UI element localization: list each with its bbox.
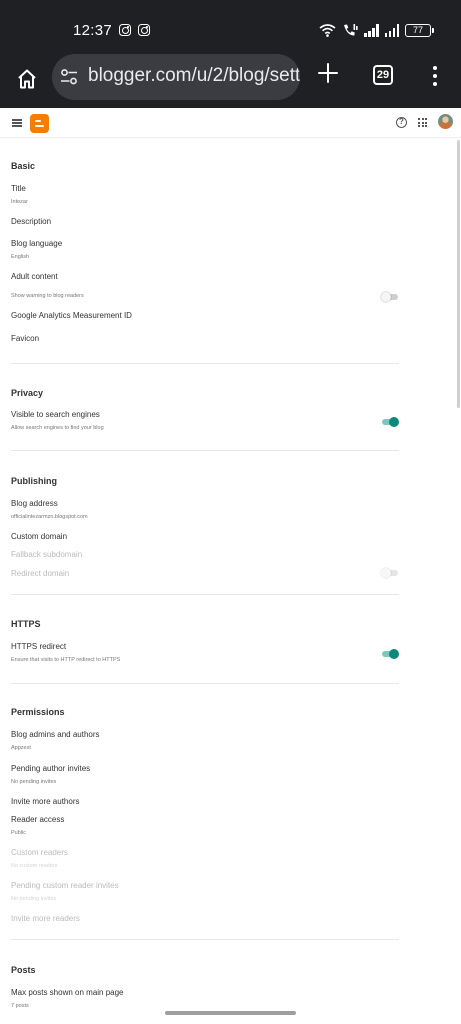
site-settings-icon[interactable] — [60, 68, 78, 86]
tab-switcher-button[interactable]: 29 — [373, 65, 393, 85]
setting-value: officialintezarmzn.blogspot.com — [11, 514, 88, 520]
setting-label: Title — [11, 184, 26, 193]
avatar[interactable] — [438, 114, 453, 129]
scrollbar[interactable] — [457, 140, 460, 408]
system-status-icons: 77 — [319, 20, 434, 40]
setting-analytics-id[interactable]: Google Analytics Measurement ID — [11, 311, 132, 320]
section-title-publishing: Publishing — [11, 476, 57, 486]
browser-menu-button[interactable] — [430, 66, 440, 86]
help-icon[interactable]: ? — [396, 117, 407, 128]
divider — [11, 683, 399, 684]
setting-subtitle: Allow search engines to find your blog — [11, 425, 104, 431]
section-title-permissions: Permissions — [11, 707, 65, 717]
section-title-posts: Posts — [11, 965, 36, 975]
home-button[interactable] — [10, 62, 44, 96]
setting-label: Pending author invites — [11, 764, 91, 773]
setting-label: Blog address — [11, 499, 58, 508]
setting-value: Appzest — [11, 745, 31, 751]
apps-icon[interactable] — [418, 118, 427, 127]
setting-label: Blog language — [11, 239, 63, 248]
blogger-logo[interactable] — [30, 114, 49, 133]
setting-value: No custom readers — [11, 863, 58, 869]
setting-value: 7 posts — [11, 1003, 29, 1009]
setting-fallback-subdomain: Fallback subdomain — [11, 550, 83, 559]
setting-description[interactable]: Description — [11, 217, 51, 226]
setting-label: Max posts shown on main page — [11, 988, 124, 997]
menu-icon[interactable] — [12, 119, 22, 127]
setting-label: Custom readers — [11, 848, 68, 857]
setting-subtitle: Show warning to blog readers — [11, 293, 84, 299]
setting-redirect-domain: Redirect domain — [11, 569, 70, 578]
setting-value: No pending invites — [11, 896, 57, 902]
divider — [11, 363, 399, 364]
setting-label: Reader access — [11, 815, 65, 824]
section-title-privacy: Privacy — [11, 388, 44, 398]
setting-label: Blog admins and authors — [11, 730, 100, 739]
setting-label: Visible to search engines — [11, 410, 100, 419]
address-bar[interactable]: blogger.com/u/2/blog/sett — [52, 54, 300, 100]
url-text[interactable]: blogger.com/u/2/blog/sett — [88, 65, 300, 87]
setting-custom-domain[interactable]: Custom domain — [11, 532, 67, 541]
signal-icon — [364, 23, 379, 37]
instagram-icon — [138, 24, 150, 36]
divider — [11, 939, 399, 940]
home-icon — [18, 69, 36, 89]
setting-label: Adult content — [11, 272, 58, 281]
section-title-https: HTTPS — [11, 619, 41, 629]
setting-value: English — [11, 254, 30, 260]
setting-favicon[interactable]: Favicon — [11, 334, 39, 343]
call-icon — [344, 24, 358, 36]
battery-indicator: 77 — [405, 23, 434, 37]
section-title-basic: Basic — [11, 161, 36, 171]
setting-invite-readers: Invite more readers — [11, 914, 80, 923]
browser-toolbar: blogger.com/u/2/blog/sett 29 — [0, 52, 461, 108]
setting-value: Intezar — [11, 199, 28, 205]
adult-content-toggle[interactable] — [381, 292, 399, 302]
status-bar: 12:37 77 — [0, 0, 461, 52]
setting-invite-authors[interactable]: Invite more authors — [11, 797, 79, 806]
setting-label: Pending custom reader invites — [11, 881, 119, 890]
divider — [11, 594, 399, 595]
new-tab-button[interactable] — [316, 61, 340, 85]
signal-icon — [384, 23, 399, 37]
gesture-nav-bar[interactable] — [165, 1011, 296, 1015]
status-time: 12:37 — [73, 22, 113, 39]
setting-value: Public — [11, 830, 26, 836]
setting-subtitle: Ensure that visits to HTTP redirect to H… — [11, 657, 121, 663]
divider — [11, 450, 399, 451]
setting-value: No pending invites — [11, 779, 57, 785]
setting-label: HTTPS redirect — [11, 642, 67, 651]
blogger-header: ? — [0, 108, 461, 138]
redirect-domain-toggle — [381, 568, 399, 578]
search-visibility-toggle[interactable] — [381, 417, 399, 427]
instagram-icon — [119, 24, 131, 36]
wifi-icon — [319, 24, 336, 37]
https-redirect-toggle[interactable] — [381, 649, 399, 659]
